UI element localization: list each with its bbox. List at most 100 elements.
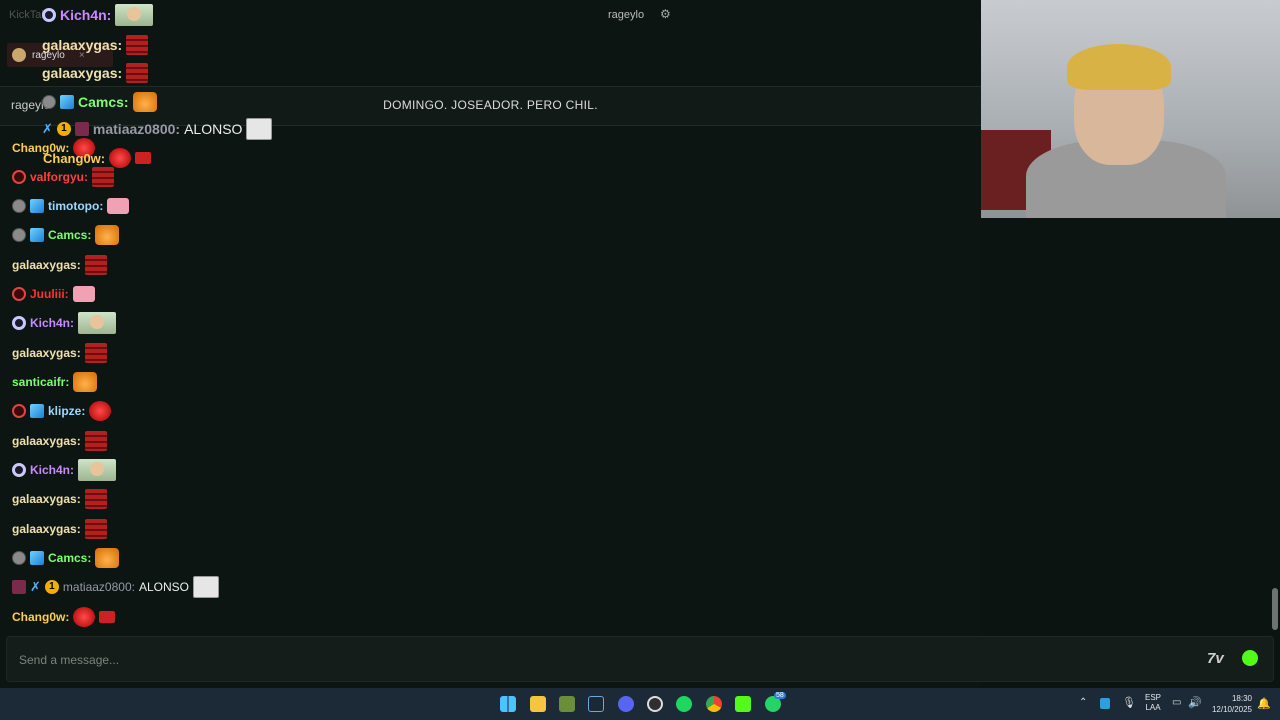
chat-username[interactable]: galaaxygas: bbox=[12, 522, 81, 536]
scrollbar-thumb[interactable] bbox=[1272, 588, 1278, 630]
spotify-icon[interactable] bbox=[676, 696, 692, 712]
chat-username[interactable]: galaaxygas: bbox=[42, 37, 122, 53]
chat-username[interactable]: santicaifr: bbox=[12, 375, 69, 389]
chat-username[interactable]: Juuliii: bbox=[30, 287, 69, 301]
devil-emote-icon bbox=[89, 401, 112, 421]
chat-username[interactable]: matiaaz0800: bbox=[63, 580, 135, 594]
list-item: Camcs: bbox=[12, 223, 120, 247]
red-emote-icon bbox=[84, 255, 107, 275]
file-explorer-icon[interactable] bbox=[530, 696, 546, 712]
taskbar: 58 ⌃ 🎙 ESP LAA ▭ 🔊 18:30 12/10/2025 🔔 bbox=[0, 688, 1280, 720]
chat-username[interactable]: galaaxygas: bbox=[42, 65, 122, 81]
chrome-icon[interactable] bbox=[706, 696, 722, 712]
language-indicator[interactable]: ESP LAA bbox=[1145, 693, 1161, 713]
list-item: Kich4n: bbox=[12, 311, 117, 335]
chat-username[interactable]: Kich4n: bbox=[60, 7, 111, 23]
chat-username[interactable]: matiaaz0800: bbox=[93, 121, 180, 137]
red-emote-icon bbox=[126, 35, 149, 55]
chat-header: KickTal rageylo ⚙ rageylo × Kich4n: gala… bbox=[0, 0, 981, 84]
red-emote-icon bbox=[84, 489, 107, 509]
sword-badge-icon: ✗ bbox=[42, 121, 53, 136]
gold-badge-icon: 1 bbox=[56, 122, 71, 136]
chat-username[interactable]: galaaxygas: bbox=[12, 346, 81, 360]
chat-panel: KickTal rageylo ⚙ rageylo × Kich4n: gala… bbox=[0, 0, 981, 688]
steam-icon[interactable] bbox=[588, 696, 604, 712]
red-emote-icon bbox=[84, 343, 107, 363]
chat-username[interactable]: valforgyu: bbox=[30, 170, 88, 184]
chat-message: ALONSO bbox=[184, 121, 243, 137]
meme-emote-icon bbox=[246, 118, 273, 140]
chat-username[interactable]: Chang0w: bbox=[12, 610, 69, 624]
network-icon[interactable]: ▭ bbox=[1172, 697, 1181, 708]
windows-start-icon[interactable] bbox=[500, 696, 516, 712]
whatsapp-badge: 58 bbox=[774, 692, 786, 699]
list-item: Kich4n: bbox=[12, 458, 117, 482]
emote-picker-icon[interactable] bbox=[1242, 650, 1258, 666]
gray-badge-icon bbox=[12, 199, 26, 213]
shield-icon[interactable] bbox=[1100, 698, 1110, 709]
webcam-overlay bbox=[981, 0, 1280, 218]
list-item: galaaxygas: bbox=[12, 341, 107, 365]
red-badge-icon bbox=[12, 287, 26, 301]
list-item: timotopo: bbox=[12, 194, 130, 218]
minecraft-icon[interactable] bbox=[559, 696, 575, 712]
cube-badge-icon bbox=[30, 199, 44, 213]
clock-time: 18:30 bbox=[1231, 694, 1252, 703]
ghost-app-label: KickTal bbox=[9, 9, 44, 21]
face-emote-icon bbox=[115, 4, 154, 26]
cube-badge-icon bbox=[30, 404, 44, 418]
volume-icon[interactable]: 🔊 bbox=[1188, 696, 1202, 709]
devil-emote-icon bbox=[73, 607, 96, 627]
chat-username[interactable]: Chang0w: bbox=[43, 151, 105, 166]
small-emote-icon bbox=[99, 611, 116, 623]
orange-emote-icon bbox=[95, 548, 120, 568]
chevron-up-icon[interactable]: ⌃ bbox=[1079, 697, 1087, 708]
red-emote-icon bbox=[84, 519, 107, 539]
target-badge-icon bbox=[42, 8, 56, 22]
chat-username[interactable]: galaaxygas: bbox=[12, 258, 81, 272]
settings-icon[interactable]: ⚙ bbox=[660, 7, 671, 21]
chat-username[interactable]: galaaxygas: bbox=[12, 492, 81, 506]
message-input-bar: 7v bbox=[6, 636, 1274, 682]
sub-badge-icon bbox=[74, 122, 89, 136]
microphone-icon[interactable]: 🎙 bbox=[1122, 696, 1136, 709]
chat-username[interactable]: timotopo: bbox=[48, 199, 103, 213]
clock[interactable]: 18:30 12/10/2025 bbox=[1212, 693, 1252, 715]
ghost-user-top[interactable]: rageylo bbox=[608, 9, 644, 21]
discord-icon[interactable] bbox=[618, 696, 634, 712]
list-item: galaaxygas: bbox=[42, 33, 149, 57]
chat-message: ALONSO bbox=[138, 580, 189, 594]
gray-badge-icon bbox=[12, 551, 26, 565]
lang-line1: ESP bbox=[1145, 693, 1162, 702]
notification-icon[interactable]: 🔔 bbox=[1257, 697, 1271, 710]
target-badge-icon bbox=[12, 463, 26, 477]
list-item: Kich4n: bbox=[42, 3, 154, 27]
list-item: valforgyu: bbox=[12, 165, 115, 189]
list-item: galaaxygas: bbox=[12, 517, 107, 541]
7tv-icon[interactable]: 7v bbox=[1207, 650, 1224, 667]
chat-username[interactable]: galaaxygas: bbox=[12, 434, 81, 448]
red-badge-icon bbox=[12, 170, 26, 184]
gold-badge-icon: 1 bbox=[44, 580, 59, 594]
list-item: Camcs: bbox=[12, 546, 120, 570]
chat-username[interactable]: klipze: bbox=[48, 404, 85, 418]
obs-icon[interactable] bbox=[647, 696, 663, 712]
orange-emote-icon bbox=[95, 225, 120, 245]
kick-icon[interactable] bbox=[735, 696, 751, 712]
red-emote-icon bbox=[126, 63, 149, 83]
message-input[interactable] bbox=[17, 649, 1171, 671]
list-item: Chang0w: bbox=[12, 605, 116, 629]
red-emote-icon bbox=[84, 431, 107, 451]
avatar bbox=[12, 48, 26, 62]
chat-username[interactable]: Camcs: bbox=[48, 228, 91, 242]
sword-badge-icon: ✗ bbox=[30, 579, 41, 594]
chat-username[interactable]: Kich4n: bbox=[30, 316, 74, 330]
lang-line2: LAA bbox=[1145, 703, 1161, 712]
chat-username[interactable]: Camcs: bbox=[48, 551, 91, 565]
chat-username[interactable]: Kich4n: bbox=[30, 463, 74, 477]
red-emote-icon bbox=[92, 167, 115, 187]
list-item: santicaifr: bbox=[12, 370, 98, 394]
face-emote-icon bbox=[78, 459, 117, 481]
pinned-message-text: DOMINGO. JOSEADOR. PERO CHIL. bbox=[383, 98, 598, 112]
target-badge-icon bbox=[12, 316, 26, 330]
